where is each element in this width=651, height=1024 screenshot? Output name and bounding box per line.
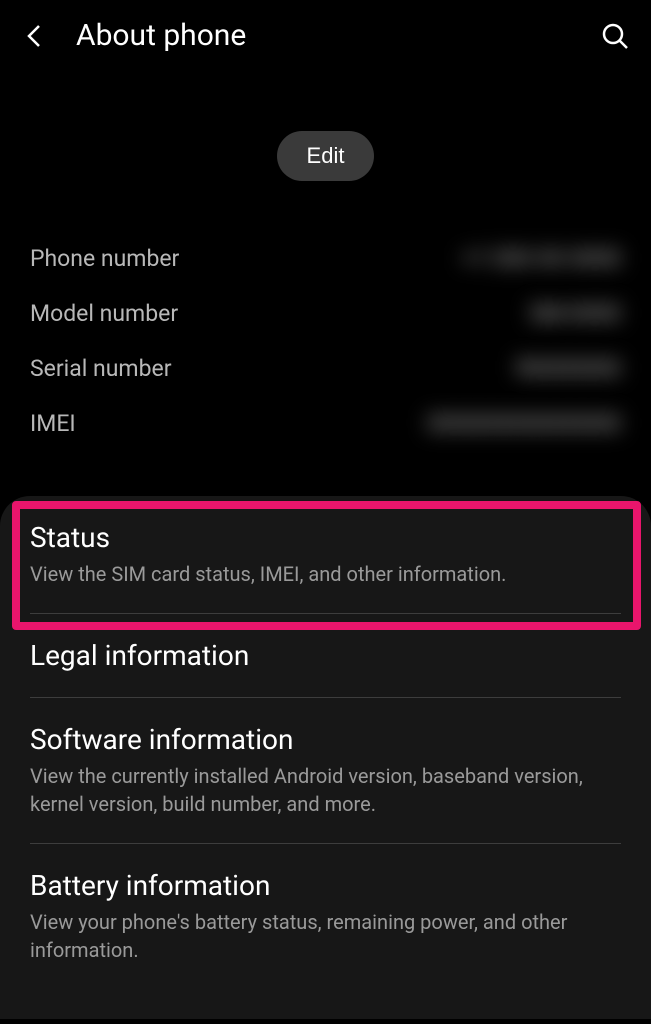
- back-icon[interactable]: [20, 22, 48, 50]
- info-label: Model number: [30, 300, 178, 327]
- header: About phone: [0, 0, 651, 71]
- search-icon[interactable]: [599, 20, 631, 52]
- list-item-subtitle: View the SIM card status, IMEI, and othe…: [30, 560, 621, 588]
- list-item-legal-information[interactable]: Legal information: [0, 614, 651, 697]
- info-label: Phone number: [30, 245, 179, 272]
- list-item-title: Status: [30, 521, 621, 554]
- info-row-imei: IMEI 000000000000000: [30, 396, 621, 451]
- info-label: Serial number: [30, 355, 172, 382]
- page-title: About phone: [76, 18, 571, 53]
- info-value: R0000000: [516, 355, 621, 382]
- list-item-title: Battery information: [30, 869, 621, 902]
- info-row-model-number: Model number SM-0000: [30, 286, 621, 341]
- info-section: Phone number +1 000 00 0000 Model number…: [0, 221, 651, 481]
- info-value: 000000000000000: [427, 410, 621, 437]
- card-section: Status View the SIM card status, IMEI, a…: [0, 496, 651, 1019]
- list-item-battery-information[interactable]: Battery information View your phone's ba…: [0, 844, 651, 989]
- list-item-subtitle: View your phone's battery status, remain…: [30, 908, 621, 964]
- edit-button[interactable]: Edit: [277, 131, 375, 181]
- info-row-serial-number: Serial number R0000000: [30, 341, 621, 396]
- list-item-title: Software information: [30, 723, 621, 756]
- list-item-title: Legal information: [30, 639, 621, 672]
- info-value: +1 000 00 0000: [462, 245, 621, 272]
- list-item-software-information[interactable]: Software information View the currently …: [0, 698, 651, 843]
- info-label: IMEI: [30, 410, 76, 437]
- list-item-status[interactable]: Status View the SIM card status, IMEI, a…: [0, 496, 651, 613]
- info-value: SM-0000: [529, 300, 621, 327]
- info-row-phone-number: Phone number +1 000 00 0000: [30, 231, 621, 286]
- list-item-subtitle: View the currently installed Android ver…: [30, 762, 621, 818]
